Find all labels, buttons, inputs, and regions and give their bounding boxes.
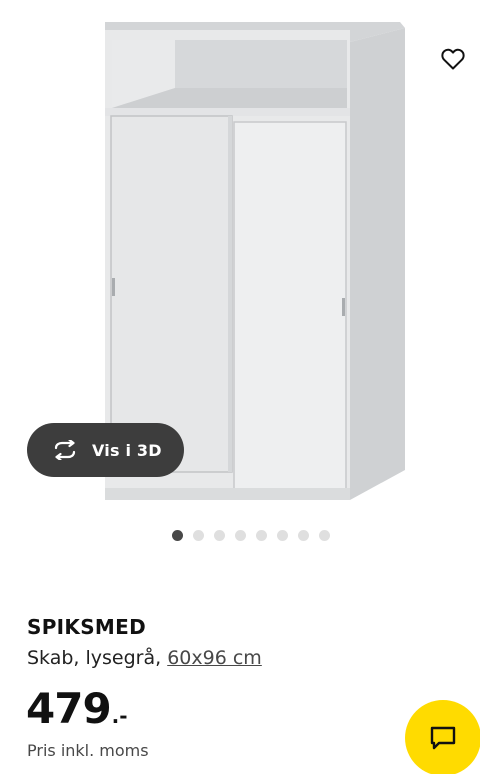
carousel-dot[interactable] [172,529,183,541]
rotate-3d-icon [51,440,79,460]
favorite-button[interactable] [432,38,474,80]
view-3d-label: Vis i 3D [92,440,162,460]
carousel-dot[interactable] [319,529,330,541]
product-name: SPIKSMED [27,615,146,639]
product-price: 479 .- [26,684,128,733]
heart-outline-icon [441,48,465,70]
carousel-dot[interactable] [193,529,204,541]
product-description-text: Skab, lysegrå, [27,647,168,669]
carousel-pagination [172,529,330,541]
product-page: Vis i 3D SPIKSMED Skab, lysegrå, 60x96 c… [0,0,480,774]
product-description: Skab, lysegrå, 60x96 cm [27,647,262,669]
carousel-dot[interactable] [235,529,246,541]
price-integer: 479 [26,684,112,733]
view-3d-button[interactable]: Vis i 3D [27,423,184,477]
carousel-dot[interactable] [277,529,288,541]
product-image-gallery[interactable]: Vis i 3D [0,0,480,541]
carousel-dot[interactable] [298,529,309,541]
chat-button[interactable] [405,700,480,774]
price-note: Pris inkl. moms [27,741,149,760]
carousel-dot[interactable] [256,529,267,541]
carousel-dot[interactable] [214,529,225,541]
chat-bubble-icon [430,726,456,750]
product-size-link[interactable]: 60x96 cm [167,647,262,669]
price-suffix: .- [111,704,128,728]
